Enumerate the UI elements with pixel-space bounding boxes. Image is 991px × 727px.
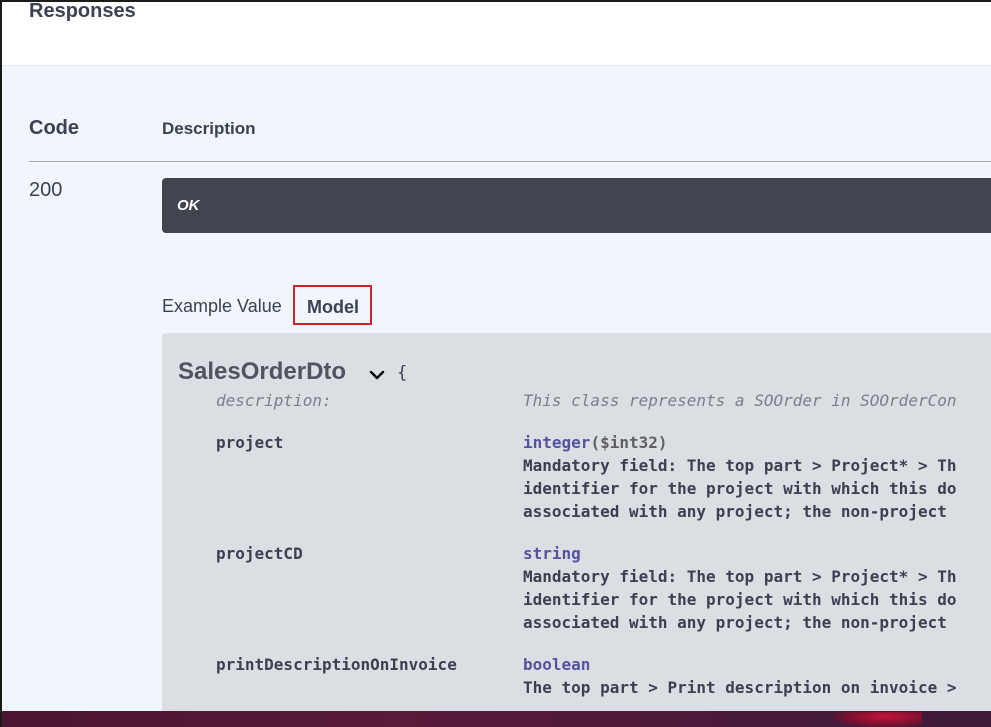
taskbar — [2, 711, 991, 727]
property-type: boolean — [523, 655, 591, 674]
response-description-box: OK — [162, 178, 991, 233]
tab-example-value[interactable]: Example Value — [162, 296, 282, 317]
responses-header: Responses — [2, 0, 991, 66]
model-description-label: description: — [216, 391, 332, 410]
response-description: OK — [177, 197, 200, 214]
property-description-line: identifier for the project with which th… — [523, 479, 957, 498]
property-format: ($int32) — [590, 433, 668, 452]
property-description-line: Mandatory field: The top part > Project*… — [523, 567, 957, 586]
table-header-divider — [29, 161, 991, 162]
taskbar-decoration — [832, 712, 922, 727]
property-description-line: Mandatory field: The top part > Project*… — [523, 456, 957, 475]
description-column-header: Description — [162, 119, 256, 138]
property-description-line: identifier for the project with which th… — [523, 590, 957, 609]
code-column-header: Code — [29, 117, 79, 139]
model-description-value: This class represents a SOOrder in SOOrd… — [523, 391, 957, 410]
property-name: projectCD — [216, 544, 303, 563]
property-description-line: associated with any project; the non-pro… — [523, 502, 947, 521]
property-name: printDescriptionOnInvoice — [216, 655, 457, 674]
property-type: integer($int32) — [523, 433, 668, 452]
property-description-line: The top part > Print description on invo… — [523, 678, 957, 697]
property-type: string — [523, 544, 581, 563]
model-name[interactable]: SalesOrderDto — [178, 358, 346, 386]
model-open-brace: { — [397, 363, 408, 383]
property-description-line: associated with any project; the non-pro… — [523, 613, 947, 632]
property-name: project — [216, 433, 284, 452]
model-schema-box: SalesOrderDto { description: This class … — [162, 333, 991, 713]
section-title: Responses — [29, 0, 136, 22]
tab-model[interactable]: Model — [293, 285, 372, 325]
response-code: 200 — [29, 179, 63, 201]
chevron-down-icon[interactable] — [366, 364, 388, 386]
